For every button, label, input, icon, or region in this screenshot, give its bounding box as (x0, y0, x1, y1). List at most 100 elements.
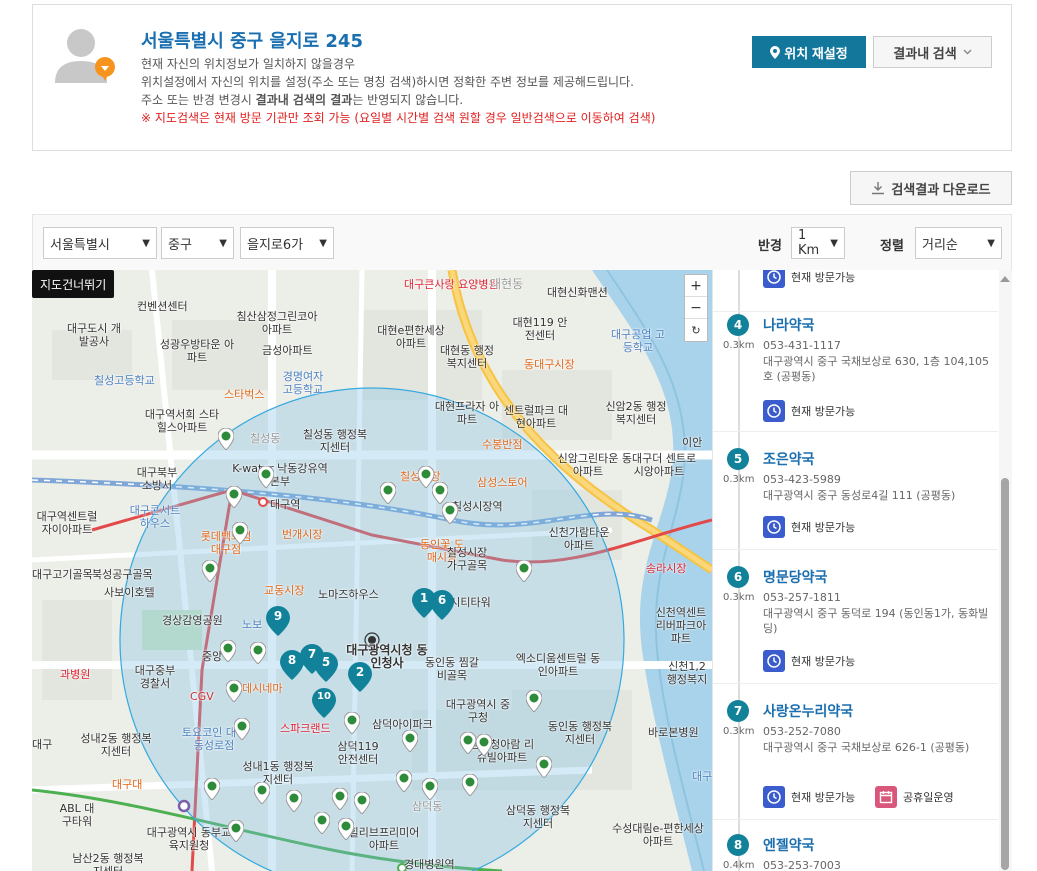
map-label: 금성아파트 (262, 344, 313, 357)
list-item[interactable]: 8 0.4km 엔젤약국 053-253-7003 (713, 832, 998, 871)
pharmacy-pin[interactable] (476, 734, 492, 756)
pharmacy-pin[interactable] (250, 642, 266, 664)
reset-location-button[interactable]: 위치 재설정 (752, 36, 866, 68)
pharmacy-pin[interactable] (432, 482, 448, 504)
badge-label: 현재 방문가능 (791, 521, 856, 534)
city-select[interactable]: 서울특별시 ▼ (43, 227, 157, 259)
map-view[interactable]: 지도건너뛰기 + − ↻ 대구큰사랑 요양병원 대현동 대현신화맨션 컨벤션센터… (32, 270, 712, 871)
map-label: 칠성동 행정복지센터 (302, 428, 368, 454)
pharmacy-pin[interactable] (422, 778, 438, 800)
pharmacy-pin[interactable] (396, 770, 412, 792)
download-results-button[interactable]: 검색결과 다운로드 (850, 171, 1012, 205)
location-panel: 서울특별시 중구 을지로 245 현재 자신의 위치정보가 일치하지 않을경우 … (32, 4, 1012, 151)
map-label: 대구광역시 동부교육지원청 (146, 826, 232, 852)
map-pin-6[interactable]: 6 (430, 590, 454, 620)
pharmacy-pin[interactable] (220, 640, 236, 662)
list-scrollbar-thumb[interactable] (1001, 478, 1009, 870)
list-item[interactable]: 현재 방문가능 (713, 270, 998, 312)
pharmacy-pin[interactable] (354, 792, 370, 814)
map-label: 칠성시장역 (452, 500, 503, 513)
list-item[interactable]: 7 0.3km 사랑온누리약국 053-252-7080 대구광역시 중구 국채… (713, 698, 998, 820)
pharmacy-pin[interactable] (254, 782, 270, 804)
map-label: 삼덕동 행정복지센터 (505, 804, 571, 830)
pharmacy-pin[interactable] (218, 428, 234, 450)
map-label: CGV (190, 690, 214, 703)
district-select[interactable]: 중구 ▼ (161, 227, 234, 259)
visit-available-badge: 현재 방문가능 (763, 786, 855, 808)
zoom-in-button[interactable]: + (685, 275, 707, 297)
pharmacy-pin[interactable] (380, 482, 396, 504)
map-pin-9[interactable]: 9 (266, 606, 290, 636)
pharmacy-pin[interactable] (286, 790, 302, 812)
result-name[interactable]: 나라약국 (763, 315, 815, 335)
map-pin-8[interactable]: 8 (280, 650, 304, 680)
list-item[interactable]: 4 0.3km 나라약국 053-431-1117 대구광역시 중구 국채보상로… (713, 312, 998, 432)
map-label: 스타벅스 (224, 388, 265, 401)
city-select-value: 서울특별시 (50, 237, 110, 253)
map-pin-10[interactable]: 10 (312, 688, 336, 718)
map-label: 바로본병원 (648, 726, 699, 739)
result-number: 6 (727, 566, 749, 588)
pharmacy-pin[interactable] (516, 560, 532, 582)
refresh-map-button[interactable]: ↻ (685, 319, 707, 341)
pharmacy-pin[interactable] (232, 522, 248, 544)
scroll-up-icon[interactable] (1000, 276, 1010, 282)
result-name[interactable]: 명문당약국 (763, 567, 827, 587)
result-distance: 0.3km (723, 592, 755, 603)
zoom-out-button[interactable]: − (685, 297, 707, 319)
map-label: 컨벤션센터 (137, 300, 188, 313)
pharmacy-pin[interactable] (226, 486, 242, 508)
map-label: 칠성고등학교 (94, 374, 155, 387)
radius-label: 반경 (758, 239, 782, 254)
map-label: 엑소디움센트럴 동인아파트 (515, 652, 601, 678)
badge-label: 공휴일운영 (903, 791, 954, 804)
badge-label: 현재 방문가능 (791, 405, 856, 418)
download-label: 검색결과 다운로드 (891, 181, 991, 197)
map-label: 노마즈하우스 (318, 588, 379, 601)
map-label: 칠성동 (250, 432, 281, 445)
pharmacy-pin[interactable] (338, 818, 354, 840)
desc3-bold: 결과내 검색의 결과 (255, 93, 353, 107)
map-label: 경상감영공원 (162, 614, 223, 627)
result-number: 7 (727, 700, 749, 722)
map-label: 대현프라자 아파트 (434, 400, 500, 426)
dong-select[interactable]: 을지로6가 ▼ (240, 227, 334, 259)
result-name[interactable]: 엔젤약국 (763, 835, 815, 855)
list-item[interactable]: 5 0.3km 조은약국 053-423-5989 대구광역시 중구 동성로4길… (713, 446, 998, 550)
pharmacy-pin[interactable] (202, 560, 218, 582)
result-address: 대구광역시 중구 국채보상로 626-1 (공평동) (763, 741, 970, 754)
pharmacy-pin[interactable] (462, 774, 478, 796)
pharmacy-pin[interactable] (526, 690, 542, 712)
map-label: 대현동 (490, 277, 524, 291)
desc3-post: 는 반영되지 않습니다. (352, 93, 464, 107)
map-zoom-control: + − ↻ (684, 274, 708, 342)
filter-bar: 서울특별시 ▼ 중구 ▼ 을지로6가 ▼ 반경 1 Km ▼ 정렬 거리순 ▼ (32, 214, 1012, 270)
pharmacy-pin[interactable] (442, 502, 458, 524)
pharmacy-pin[interactable] (228, 820, 244, 842)
radius-select[interactable]: 1 Km ▼ (791, 227, 845, 259)
map-label: 칠성시장 가구골목 (446, 546, 488, 572)
pharmacy-pin[interactable] (226, 680, 242, 702)
pharmacy-pin[interactable] (204, 778, 220, 800)
location-description: 현재 자신의 위치정보가 일치하지 않을경우 위치설정에서 자신의 위치를 설정… (141, 55, 655, 127)
pharmacy-pin[interactable] (402, 730, 418, 752)
skip-map-button[interactable]: 지도건너뛰기 (32, 270, 115, 298)
search-within-results-button[interactable]: 결과내 검색 (873, 36, 992, 68)
chevron-down-icon (963, 49, 972, 55)
map-label: 대구공업 고등학교 (610, 328, 666, 354)
pharmacy-pin[interactable] (460, 732, 476, 754)
list-item[interactable]: 6 0.3km 명문당약국 053-257-1811 대구광역시 중구 동덕로 … (713, 564, 998, 684)
map-pin-2[interactable]: 2 (348, 662, 372, 692)
results-list[interactable]: 현재 방문가능 4 0.3km 나라약국 053-431-1117 대구광역시 … (712, 270, 1012, 871)
result-name[interactable]: 조은약국 (763, 449, 815, 469)
pharmacy-pin[interactable] (258, 466, 274, 488)
pharmacy-pin[interactable] (234, 718, 250, 740)
sort-select[interactable]: 거리순 ▼ (915, 227, 1002, 259)
result-name[interactable]: 사랑온누리약국 (763, 701, 853, 721)
pharmacy-pin[interactable] (314, 812, 330, 834)
pharmacy-pin[interactable] (332, 788, 348, 810)
pharmacy-pin[interactable] (344, 712, 360, 734)
chevron-down-icon: ▼ (219, 237, 227, 249)
reset-location-label: 위치 재설정 (784, 45, 848, 61)
pharmacy-pin[interactable] (536, 756, 552, 778)
